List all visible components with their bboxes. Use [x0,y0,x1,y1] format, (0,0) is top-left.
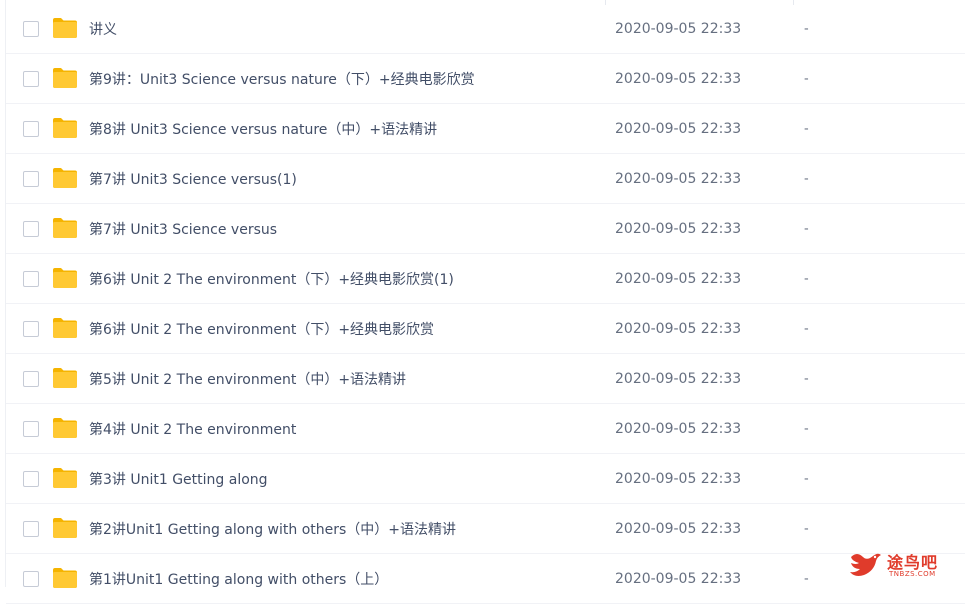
folder-icon [53,267,77,288]
file-name[interactable]: 第6讲 Unit 2 The environment（下）+经典电影欣赏(1) [89,269,454,289]
bird-logo-icon [850,553,881,576]
file-row[interactable]: 第9讲：Unit3 Science versus nature（下）+经典电影欣… [6,54,965,104]
folder-icon [53,517,77,538]
modified-date: 2020-09-05 22:33 [615,570,742,587]
modified-date: 2020-09-05 22:33 [615,370,742,387]
checkbox-icon[interactable] [23,470,39,487]
file-row[interactable]: 第4讲 Unit 2 The environment 2020-09-05 22… [6,404,965,454]
folder-icon [53,467,77,488]
checkbox-icon[interactable] [23,20,39,37]
modified-date: 2020-09-05 22:33 [615,70,742,87]
file-name[interactable]: 第9讲：Unit3 Science versus nature（下）+经典电影欣… [89,69,475,89]
file-name[interactable]: 讲义 [89,19,117,39]
checkbox-icon[interactable] [23,370,39,387]
modified-date: 2020-09-05 22:33 [615,20,742,37]
file-name[interactable]: 第3讲 Unit1 Getting along [89,469,268,489]
folder-icon [53,117,77,138]
file-name[interactable]: 第5讲 Unit 2 The environment（中）+语法精讲 [89,369,406,389]
file-row[interactable]: 第1讲Unit1 Getting along with others（上） 20… [6,554,965,604]
file-size: - [804,121,809,136]
checkbox-icon[interactable] [23,120,39,137]
file-name[interactable]: 第2讲Unit1 Getting along with others（中）+语法… [89,519,456,539]
checkbox-icon[interactable] [23,570,39,587]
folder-icon [53,67,77,88]
file-row[interactable]: 讲义 2020-09-05 22:33 - [6,4,965,54]
folder-icon [53,167,77,188]
file-name[interactable]: 第4讲 Unit 2 The environment [89,419,296,439]
watermark-url: TNBZS.COM [889,570,936,578]
file-size: - [804,171,809,186]
checkbox-icon[interactable] [23,70,39,87]
file-size: - [804,221,809,236]
file-size: - [804,71,809,86]
checkbox-icon[interactable] [23,320,39,337]
file-size: - [804,321,809,336]
file-row[interactable]: 第6讲 Unit 2 The environment（下）+经典电影欣赏(1) … [6,254,965,304]
folder-icon [53,17,77,38]
file-size: - [804,471,809,486]
file-name[interactable]: 第7讲 Unit3 Science versus [89,219,277,239]
file-size: - [804,521,809,536]
file-row[interactable]: 第3讲 Unit1 Getting along 2020-09-05 22:33… [6,454,965,504]
file-name[interactable]: 第6讲 Unit 2 The environment（下）+经典电影欣赏 [89,319,434,339]
folder-icon [53,417,77,438]
file-row[interactable]: 第2讲Unit1 Getting along with others（中）+语法… [6,504,965,554]
modified-date: 2020-09-05 22:33 [615,520,742,537]
checkbox-icon[interactable] [23,270,39,287]
modified-date: 2020-09-05 22:33 [615,170,742,187]
checkbox-icon[interactable] [23,220,39,237]
folder-icon [53,317,77,338]
folder-icon [53,217,77,238]
file-name[interactable]: 第1讲Unit1 Getting along with others（上） [89,569,388,589]
file-row[interactable]: 第5讲 Unit 2 The environment（中）+语法精讲 2020-… [6,354,965,404]
folder-icon [53,567,77,588]
modified-date: 2020-09-05 22:33 [615,120,742,137]
file-size: - [804,571,809,586]
file-name[interactable]: 第7讲 Unit3 Science versus(1) [89,169,297,189]
file-row[interactable]: 第6讲 Unit 2 The environment（下）+经典电影欣赏 202… [6,304,965,354]
file-row[interactable]: 第7讲 Unit3 Science versus(1) 2020-09-05 2… [6,154,965,204]
file-size: - [804,21,809,36]
site-watermark: 途鸟吧 TNBZS.COM [847,547,959,583]
file-size: - [804,271,809,286]
file-name[interactable]: 第8讲 Unit3 Science versus nature（中）+语法精讲 [89,119,437,139]
checkbox-icon[interactable] [23,170,39,187]
file-row[interactable]: 第7讲 Unit3 Science versus 2020-09-05 22:3… [6,204,965,254]
folder-icon [53,367,77,388]
file-row[interactable]: 第8讲 Unit3 Science versus nature（中）+语法精讲 … [6,104,965,154]
file-size: - [804,371,809,386]
file-size: - [804,421,809,436]
modified-date: 2020-09-05 22:33 [615,470,742,487]
checkbox-icon[interactable] [23,420,39,437]
modified-date: 2020-09-05 22:33 [615,420,742,437]
modified-date: 2020-09-05 22:33 [615,320,742,337]
modified-date: 2020-09-05 22:33 [615,270,742,287]
checkbox-icon[interactable] [23,520,39,537]
modified-date: 2020-09-05 22:33 [615,220,742,237]
